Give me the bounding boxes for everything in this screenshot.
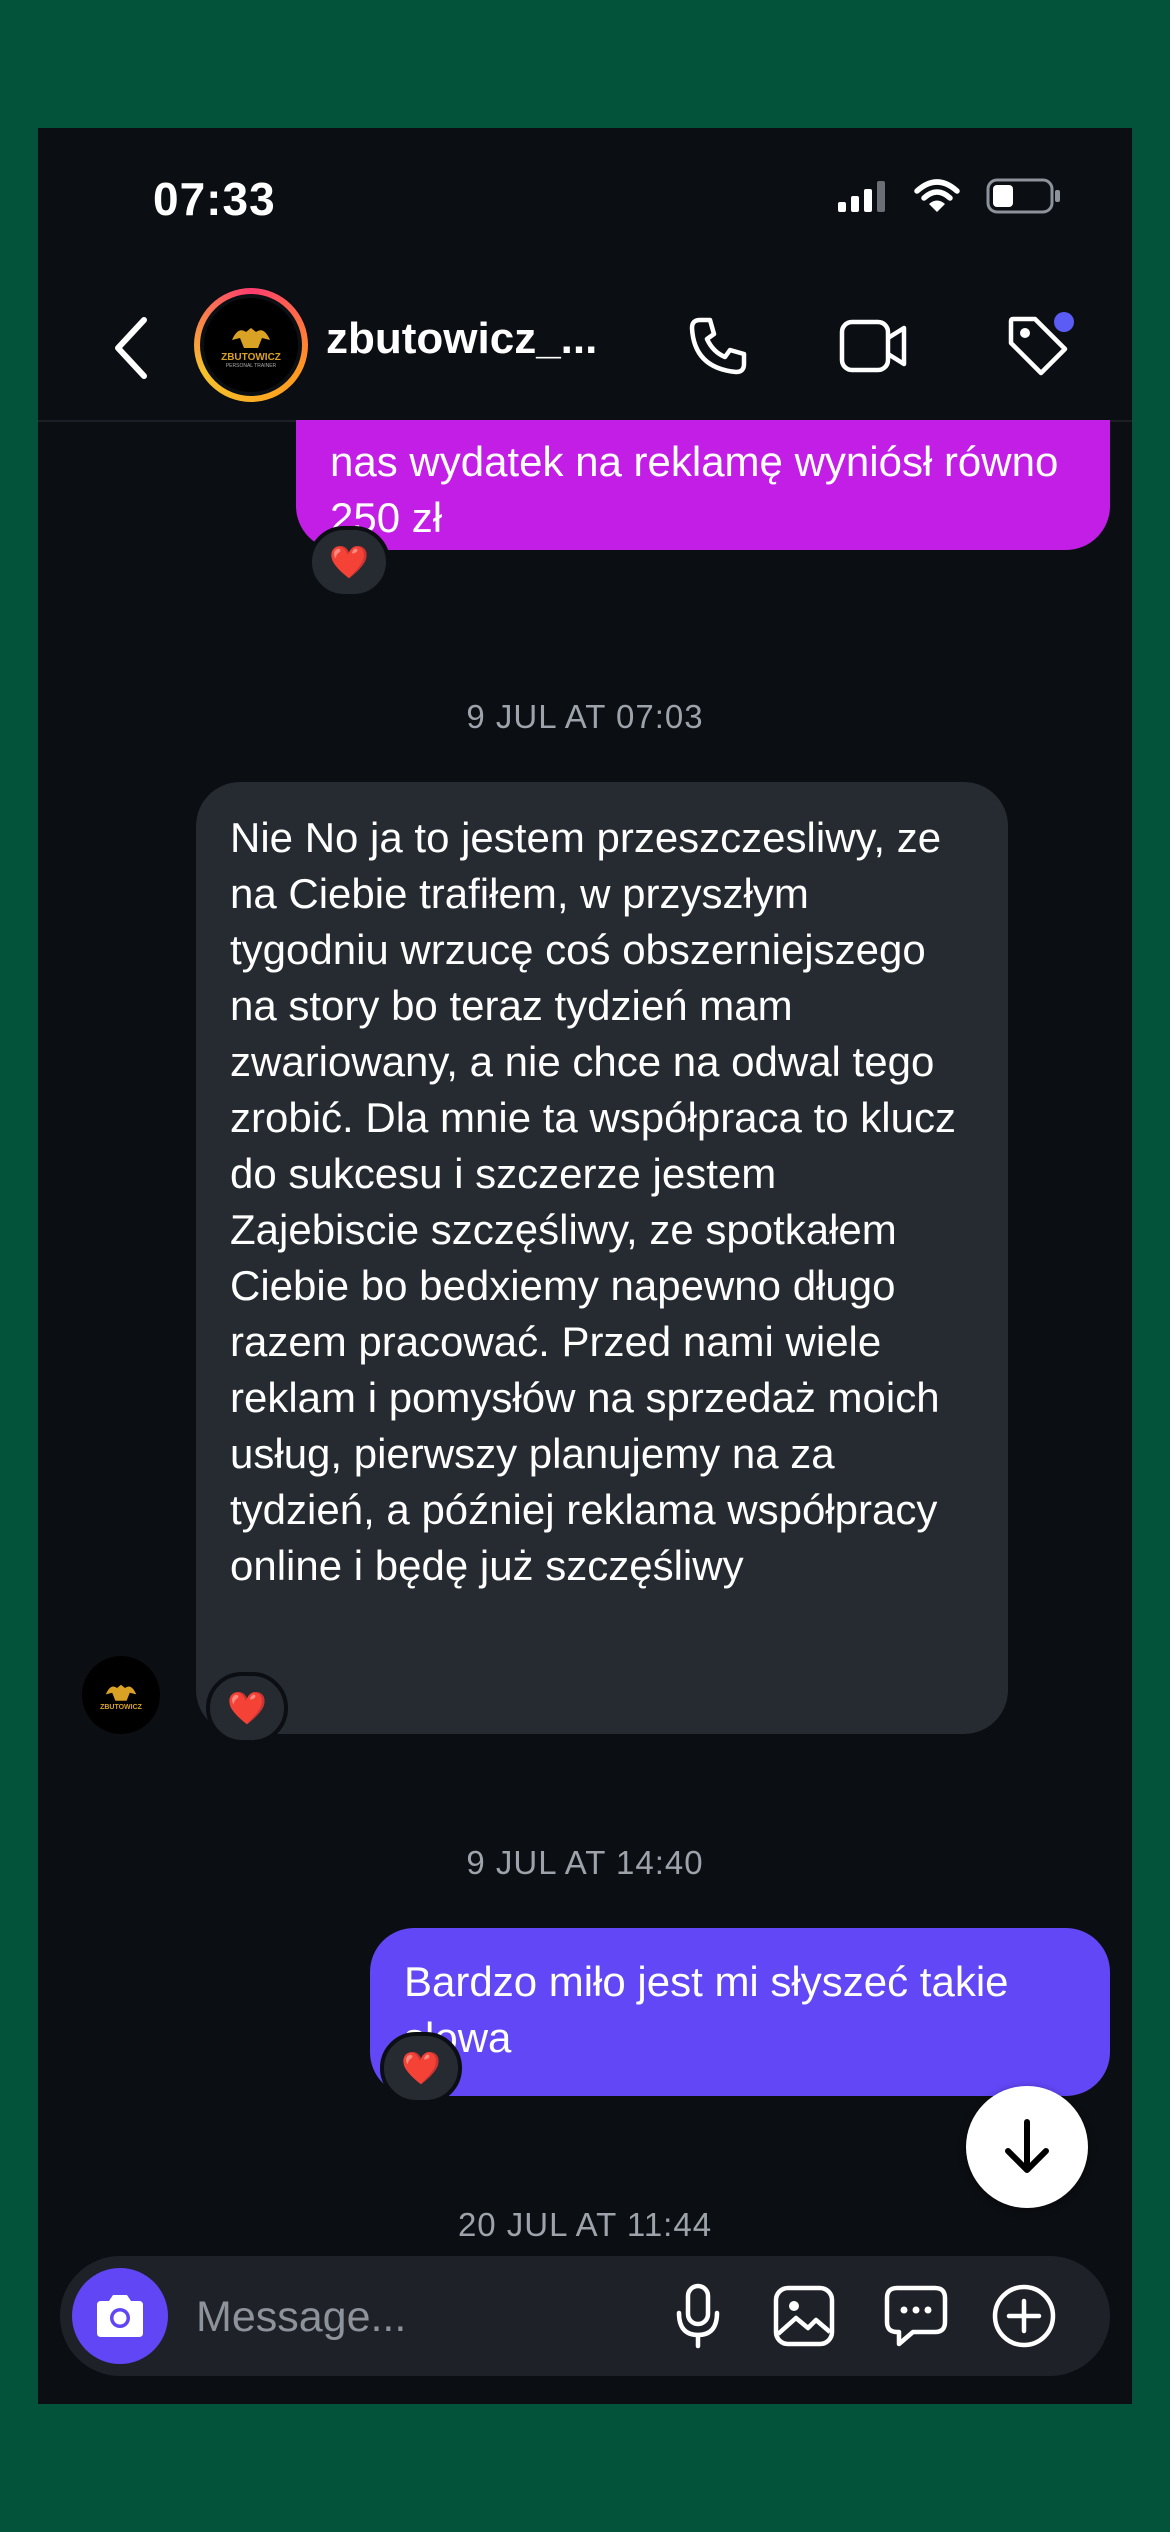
camera-icon (97, 2295, 143, 2337)
notification-dot (1054, 312, 1074, 332)
sender-avatar[interactable]: ZBUTOWICZ (82, 1656, 160, 1734)
profile-avatar[interactable]: ZBUTOWICZ PERSONAL TRAINER (194, 288, 308, 402)
chat-header: ZBUTOWICZ PERSONAL TRAINER zbutowicz_... (38, 278, 1132, 422)
camera-button[interactable] (72, 2268, 168, 2364)
avatar-sub-text: PERSONAL TRAINER (225, 362, 277, 369)
reaction-heart[interactable]: ❤️ (308, 526, 390, 598)
timestamp: 9 JUL AT 07:03 (466, 698, 704, 735)
video-call-button[interactable] (834, 306, 914, 386)
trainer-logo-icon (105, 1684, 137, 1701)
voice-call-button[interactable] (678, 306, 758, 386)
avatar-brand-text: ZBUTOWICZ (100, 1703, 142, 1711)
chat-username[interactable]: zbutowicz_... (326, 314, 597, 364)
message-bubble-incoming[interactable]: Nie No ja to jestem przeszczesliwy, ze n… (196, 782, 1008, 1734)
phone-icon (689, 317, 747, 375)
chat-bubble-icon (884, 2285, 948, 2347)
status-icons (838, 178, 1062, 219)
chevron-left-icon (115, 317, 147, 379)
message-composer (60, 2256, 1110, 2376)
heart-icon: ❤️ (329, 544, 369, 580)
voice-message-button[interactable] (660, 2278, 736, 2354)
sticker-button[interactable] (878, 2278, 954, 2354)
scroll-to-bottom-button[interactable] (966, 2086, 1088, 2208)
avatar-brand-text: ZBUTOWICZ (221, 351, 281, 363)
signal-icon (838, 180, 888, 217)
reaction-heart[interactable]: ❤️ (380, 2032, 462, 2104)
chat-screen: 07:33 ZBUTOWICZ PERSONAL TRAINER zbutowi… (38, 128, 1132, 2404)
microphone-icon (676, 2283, 720, 2349)
arrow-down-icon (1005, 2119, 1049, 2173)
reaction-heart[interactable]: ❤️ (206, 1672, 288, 1744)
heart-icon: ❤️ (227, 1690, 267, 1726)
message-bubble-outgoing[interactable]: nas wydatek na reklamę wyniósł równo 250… (296, 420, 1110, 550)
wifi-icon (914, 179, 960, 218)
tag-button[interactable] (998, 306, 1078, 386)
timestamp: 20 JUL AT 11:44 (457, 2206, 713, 2243)
timestamp: 9 JUL AT 14:40 (466, 1844, 704, 1881)
more-options-button[interactable] (986, 2278, 1062, 2354)
video-camera-icon (839, 319, 907, 373)
trainer-logo-icon (232, 327, 270, 348)
heart-icon: ❤️ (401, 2050, 441, 2086)
message-input[interactable] (194, 2286, 618, 2348)
battery-icon (986, 178, 1062, 219)
image-icon (773, 2285, 835, 2347)
plus-circle-icon (992, 2284, 1056, 2348)
back-button[interactable] (102, 308, 162, 388)
status-time: 07:33 (153, 173, 276, 225)
message-bubble-outgoing[interactable]: Bardzo miło jest mi słyszeć takie słowa (370, 1928, 1110, 2096)
gallery-button[interactable] (766, 2278, 842, 2354)
